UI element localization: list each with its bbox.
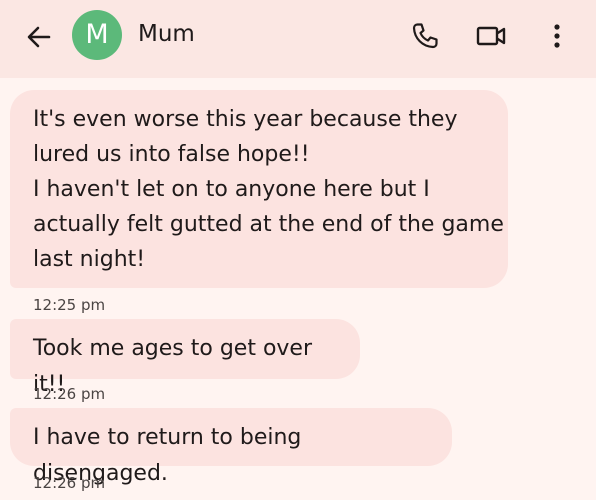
avatar[interactable]: M <box>72 10 122 60</box>
back-button[interactable] <box>22 20 56 54</box>
video-call-button[interactable] <box>475 20 507 52</box>
message-timestamp: 12:26 pm <box>33 474 106 492</box>
phone-icon <box>412 23 438 49</box>
message-text-line: last night! <box>33 247 146 272</box>
message-text-line: It's even worse this year because they <box>33 107 458 132</box>
contact-name[interactable]: Mum <box>138 20 195 48</box>
back-arrow-icon <box>27 26 51 48</box>
message-text-line: lured us into false hope!! <box>33 142 310 167</box>
message-bubble[interactable]: I have to return to being disengaged. <box>10 408 452 486</box>
conversation-header: M Mum <box>0 0 596 78</box>
message-text-line: I haven't let on to anyone here but I <box>33 177 430 202</box>
message-bubble[interactable]: Took me ages to get over it!! <box>10 319 360 397</box>
message-bubble[interactable]: It's even worse this year because they l… <box>10 90 508 288</box>
video-camera-icon <box>476 26 506 46</box>
message-text-line: actually felt gutted at the end of the g… <box>33 212 504 237</box>
more-options-button[interactable] <box>541 20 573 52</box>
more-vert-icon <box>554 24 560 48</box>
message-timestamp: 12:26 pm <box>33 385 106 403</box>
message-timestamp: 12:25 pm <box>33 296 106 314</box>
call-button[interactable] <box>409 20 441 52</box>
